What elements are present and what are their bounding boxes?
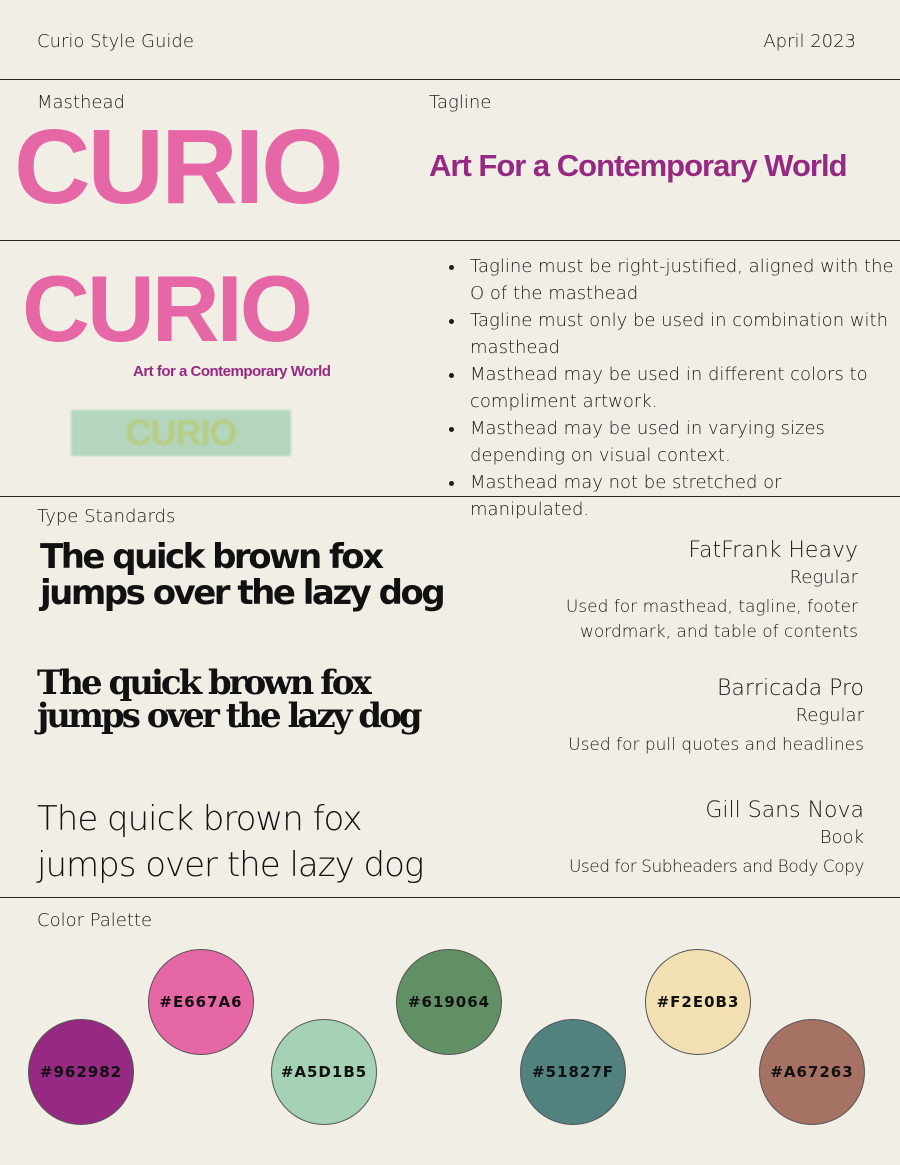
font-info-gillsans: Gill Sans Nova Book Used for Subheaders … — [534, 797, 865, 880]
font-name: Gill Sans Nova — [705, 798, 864, 823]
font-sample-barricada: The quick brown fox jumps over the lazy … — [37, 663, 423, 736]
color-palette-label: Color Palette — [37, 910, 153, 931]
color-swatch: #F2E0B3 — [645, 949, 751, 1055]
masthead-variant-text: CURIO — [125, 412, 238, 453]
color-swatch: #A67263 — [759, 1019, 865, 1125]
color-hex-label: #E667A6 — [159, 993, 243, 1011]
font-name: FatFrank Heavy — [688, 538, 858, 563]
font-usage: Used for Subheaders and Body Copy — [568, 857, 865, 877]
font-usage: Used for masthead, tagline, footer wordm… — [565, 597, 858, 642]
font-style: Regular — [795, 705, 864, 726]
tagline-text: Art For a Contemporary World — [429, 148, 848, 183]
font-style: Book — [819, 827, 864, 848]
document-date: April 2023 — [763, 31, 856, 52]
color-hex-label: #619064 — [407, 993, 491, 1011]
color-hex-label: #51827F — [532, 1063, 614, 1081]
masthead-color-variant: CURIO — [71, 410, 291, 456]
masthead-combo-logo: CURIO — [22, 256, 313, 361]
tagline-combo-text: Art for a Contemporary World — [133, 363, 331, 380]
font-sample-fatfrank: The quick brown fox jumps over the lazy … — [40, 537, 446, 613]
list-item: Tagline must only be used in combination… — [466, 307, 896, 361]
list-item: Masthead may be used in different colors… — [466, 361, 896, 415]
divider — [0, 897, 900, 898]
masthead-logo: CURIO — [14, 108, 344, 226]
font-style: Regular — [789, 567, 858, 588]
font-info-barricada: Barricada Pro Regular Used for pull quot… — [534, 675, 864, 758]
color-swatch: #E667A6 — [148, 949, 254, 1055]
color-hex-label: #F2E0B3 — [656, 993, 740, 1011]
color-swatch: #51827F — [520, 1019, 626, 1125]
color-swatch: #A5D1B5 — [271, 1019, 377, 1125]
color-hex-label: #A5D1B5 — [280, 1063, 368, 1081]
usage-rules-list: Tagline must be right-justified, aligned… — [448, 253, 896, 523]
tagline-label: Tagline — [429, 92, 492, 113]
color-swatch: #619064 — [396, 949, 502, 1055]
font-usage: Used for pull quotes and headlines — [568, 735, 864, 755]
divider — [0, 79, 900, 80]
color-hex-label: #962982 — [39, 1063, 123, 1081]
divider — [0, 496, 900, 497]
font-sample-gillsans: The quick brown fox jumps over the lazy … — [37, 799, 424, 885]
font-info-fatfrank: FatFrank Heavy Regular Used for masthead… — [538, 537, 858, 645]
type-standards-label: Type Standards — [37, 506, 176, 527]
divider — [0, 240, 900, 241]
list-item: Masthead may be used in varying sizes de… — [466, 415, 896, 469]
document-title: Curio Style Guide — [37, 31, 194, 52]
color-hex-label: #A67263 — [770, 1063, 854, 1081]
list-item: Tagline must be right-justified, aligned… — [466, 253, 896, 307]
font-name: Barricada Pro — [716, 676, 864, 701]
color-swatch: #962982 — [28, 1019, 134, 1125]
